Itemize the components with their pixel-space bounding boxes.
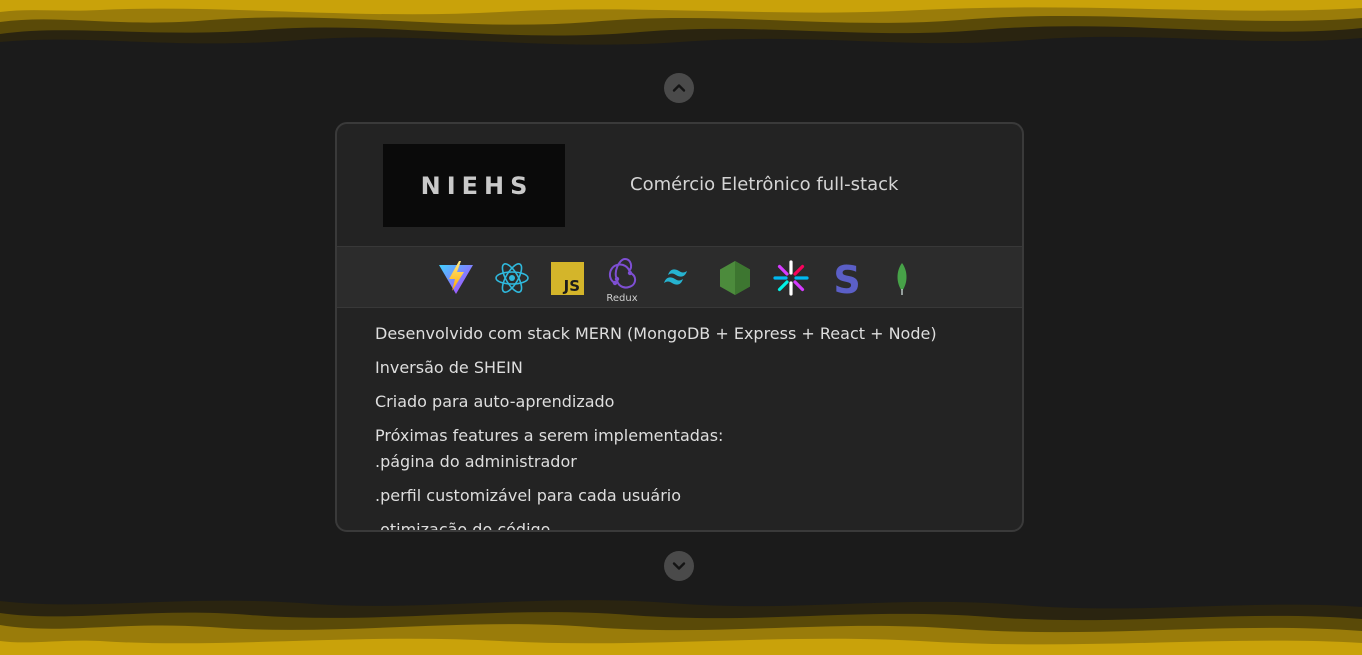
svg-text:S: S	[833, 259, 860, 297]
jwt-icon	[772, 259, 810, 297]
redux-icon: Redux	[603, 253, 641, 304]
description-line: Próximas features a serem implementadas:	[375, 426, 724, 445]
scroll-down-button[interactable]	[664, 551, 694, 581]
project-logo: NIEHS	[383, 144, 565, 227]
tailwind-icon	[660, 259, 698, 297]
redux-label: Redux	[606, 293, 638, 304]
bottom-wave-decoration	[0, 600, 1362, 655]
tech-stack-bar: JS Redux S	[337, 246, 1022, 308]
chevron-up-icon	[672, 84, 686, 92]
scroll-up-button[interactable]	[664, 73, 694, 103]
javascript-icon: JS	[549, 259, 587, 297]
top-wave-decoration	[0, 0, 1362, 45]
description-line: .perfil customizável para cada usuário	[375, 486, 681, 505]
description-line: Inversão de SHEIN	[375, 358, 523, 377]
react-icon	[493, 259, 531, 297]
chevron-down-icon	[672, 562, 686, 570]
mongodb-icon	[883, 259, 921, 297]
logo-text: NIEHS	[420, 171, 534, 200]
svg-text:JS: JS	[563, 277, 580, 295]
description-line: Criado para auto-aprendizado	[375, 392, 615, 411]
description-line: Desenvolvido com stack MERN (MongoDB + E…	[375, 324, 937, 343]
nodejs-icon	[716, 259, 754, 297]
vite-icon	[437, 259, 475, 297]
project-header: NIEHS Comércio Eletrônico full-stack	[337, 124, 1022, 246]
project-card: NIEHS Comércio Eletrônico full-stack JS …	[335, 122, 1024, 532]
project-title: Comércio Eletrônico full-stack	[630, 174, 899, 195]
stripe-icon: S	[828, 259, 866, 297]
description-line: .página do administrador	[375, 452, 577, 471]
description-line: .otimização do código	[375, 520, 551, 532]
